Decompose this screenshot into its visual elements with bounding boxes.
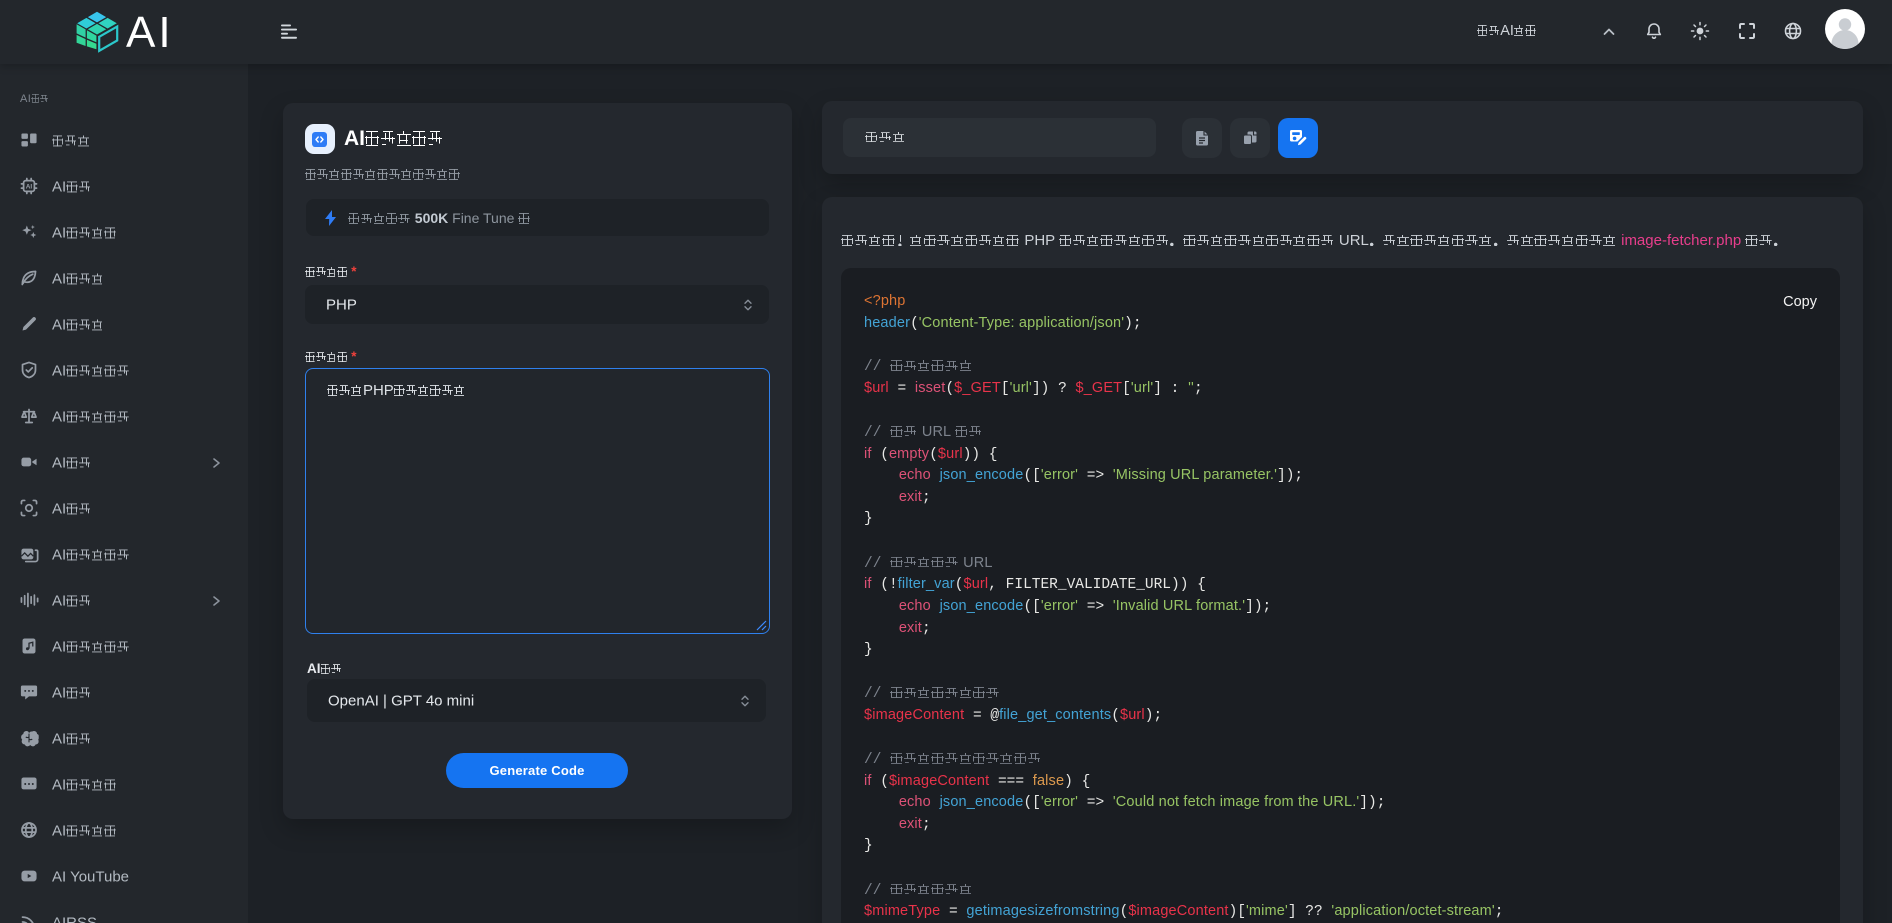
svg-text:AI: AI [26,184,33,191]
